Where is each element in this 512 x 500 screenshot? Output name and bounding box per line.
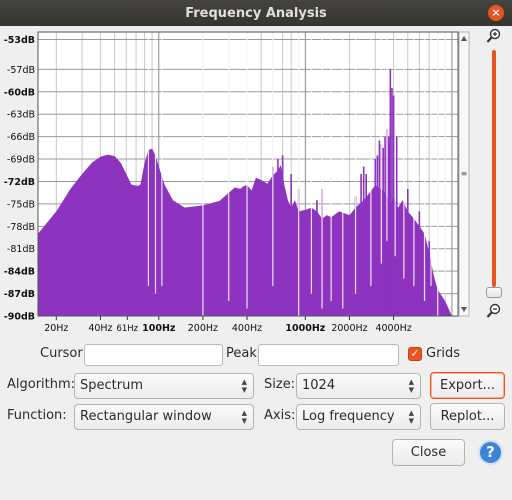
x-tick-label: 40Hz [88,323,112,334]
y-tick-label: -69dB [7,155,35,166]
close-button[interactable]: Close [392,439,465,466]
x-tick-label: 1000Hz [285,323,325,334]
function-select[interactable]: Rectangular window ▲ ▼ [74,404,254,430]
y-tick-label: -75dB [7,199,35,210]
scroll-grip-icon: ≡ [461,169,468,178]
y-tick-label: -63dB [7,110,35,121]
y-tick-label: -81dB [7,244,35,255]
select-arrows-icon: ▲ ▼ [408,378,414,394]
axis-label: Axis: [264,408,296,423]
algorithm-select[interactable]: Spectrum ▲ ▼ [74,373,254,399]
cursor-field[interactable] [84,344,223,366]
y-axis-labels: -53dB -57dB -60dB -63dB -66dB -69dB -72dB -75dB… [4,35,35,323]
function-value: Rectangular window [80,409,212,424]
zoom-slider-handle[interactable] [486,287,502,298]
size-value: 1024 [302,378,336,393]
select-arrows-icon: ▲ ▼ [241,378,247,394]
x-tick-label: 2000Hz [331,323,367,334]
window-title: Frequency Analysis [185,5,327,21]
y-tick-label: -72dB [4,177,35,188]
cursor-label: Cursor: [40,346,87,361]
x-axis-labels: 20Hz 40Hz 61Hz 100Hz 200Hz 400Hz 1000Hz 2000Hz 4… [44,316,412,334]
zoom-out-icon[interactable] [486,303,502,319]
size-label: Size: [264,377,296,392]
axis-select[interactable]: Log frequency ▲ ▼ [296,404,421,430]
y-tick-label: -87dB [4,289,35,300]
zoom-slider-fill [492,50,496,287]
title-bar: Frequency Analysis × [0,0,512,26]
select-arrows-icon: ▲ ▼ [408,409,414,425]
size-select[interactable]: 1024 ▲ ▼ [296,373,421,399]
peak-label: Peak: [226,346,262,361]
algorithm-label: Algorithm: [7,377,76,392]
y-tick-label: -53dB [4,35,35,46]
x-tick-label: 61Hz [116,324,138,334]
grids-label: Grids [426,346,461,361]
replot-button[interactable]: Replot... [430,403,505,430]
y-tick-label: -60dB [4,87,35,98]
x-tick-label: 4000Hz [375,323,411,334]
y-tick-label: -78dB [7,222,35,233]
y-tick-label: -84dB [4,267,35,278]
x-tick-label: 200Hz [188,323,218,334]
x-tick-label: 20Hz [44,323,68,334]
y-tick-label: -90dB [4,312,35,323]
axis-value: Log frequency [302,409,395,424]
export-button[interactable]: Export... [430,372,505,399]
x-tick-label: 100Hz [142,323,176,334]
zoom-in-icon[interactable] [486,28,502,44]
algorithm-value: Spectrum [80,378,143,393]
y-tick-label: -57dB [7,65,35,76]
x-tick-label: 400Hz [232,323,262,334]
frequency-plot[interactable]: -53dB -57dB -60dB -63dB -66dB -69dB -72dB -75dB… [0,26,480,338]
function-label: Function: [7,408,67,423]
select-arrows-icon: ▲ ▼ [241,409,247,425]
y-tick-label: -66dB [7,132,35,143]
grids-checkbox[interactable]: ✓ [408,347,422,361]
help-icon[interactable]: ? [478,440,503,465]
close-window-icon[interactable]: × [488,5,504,21]
peak-field[interactable] [258,344,399,366]
